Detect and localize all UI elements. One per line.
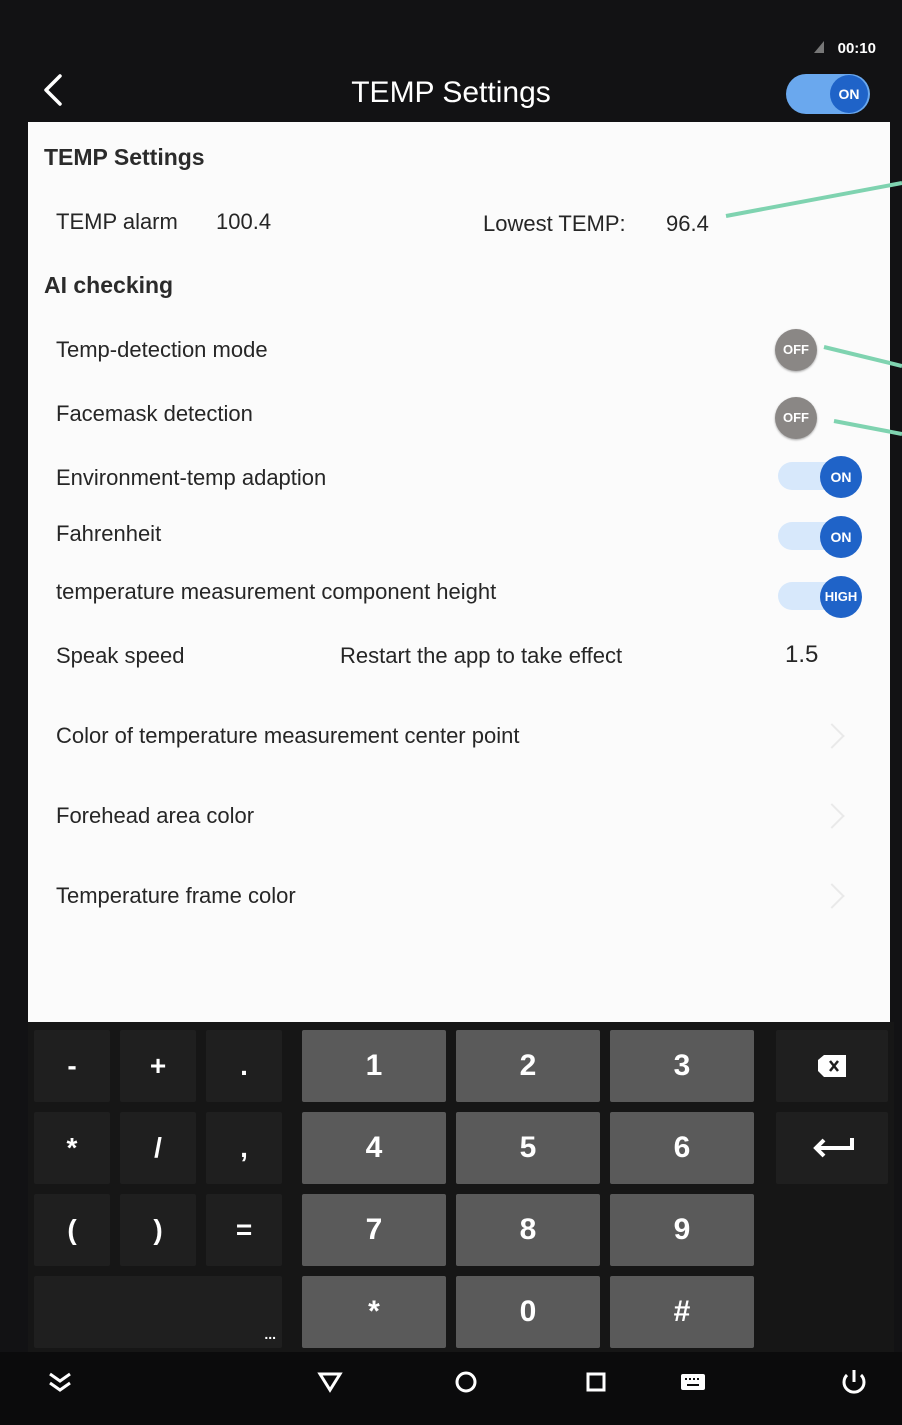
temp-alarm-label: TEMP alarm (56, 209, 178, 234)
key-1[interactable]: 1 (302, 1030, 446, 1102)
numeric-keyboard: - + . * / , ( ) = ... 1 2 3 4 5 6 7 8 9 … (28, 1022, 894, 1352)
key-period[interactable]: . (206, 1030, 282, 1102)
key-star[interactable]: * (302, 1276, 446, 1348)
backspace-icon (818, 1055, 846, 1077)
facemask-detection-label: Facemask detection (56, 401, 253, 426)
key-minus[interactable]: - (34, 1030, 110, 1102)
speak-speed-value[interactable]: 1.5 (785, 641, 818, 669)
recents-icon[interactable] (578, 1364, 614, 1400)
key-0[interactable]: 0 (456, 1276, 600, 1348)
fahrenheit-label: Fahrenheit (56, 521, 162, 546)
key-close-paren[interactable]: ) (120, 1194, 196, 1266)
environment-temp-adaption-toggle[interactable]: ON (778, 456, 862, 498)
no-sim-icon (814, 41, 824, 53)
component-height-label: temperature measurement component height (56, 579, 497, 604)
collapse-icon[interactable] (42, 1364, 78, 1400)
lowest-temp-label: Lowest TEMP: (483, 211, 626, 236)
master-temp-toggle[interactable]: ON (786, 74, 870, 114)
chevron-right-icon (819, 723, 845, 749)
key-plus[interactable]: + (120, 1030, 196, 1102)
temp-detection-mode-label: Temp-detection mode (56, 337, 268, 362)
app-header: TEMP Settings ON (0, 62, 902, 122)
toggle-knob: ON (820, 516, 862, 558)
system-nav-bar (0, 1352, 902, 1425)
key-slash[interactable]: / (120, 1112, 196, 1184)
toggle-knob: ON (820, 456, 862, 498)
chevron-right-icon (819, 883, 845, 909)
key-2[interactable]: 2 (456, 1030, 600, 1102)
status-time: 00:10 (837, 40, 876, 57)
speak-speed-label: Speak speed (56, 643, 185, 668)
backspace-key[interactable] (776, 1030, 888, 1102)
component-height-toggle[interactable]: HIGH (778, 576, 862, 618)
device-screen: 00:10 TEMP Settings ON TEMP Settings TEM… (0, 0, 902, 1425)
keyboard-icon[interactable] (675, 1364, 711, 1400)
key-symbols-more[interactable]: ... (34, 1276, 282, 1348)
environment-temp-adaption-label: Environment-temp adaption (56, 465, 327, 490)
key-5[interactable]: 5 (456, 1112, 600, 1184)
key-comma[interactable]: , (206, 1112, 282, 1184)
forehead-area-color-row[interactable]: Forehead area color (56, 803, 254, 829)
toggle-knob: ON (830, 75, 868, 113)
section-temp-settings: TEMP Settings (44, 144, 205, 170)
status-bar: 00:10 (0, 30, 902, 66)
power-icon[interactable] (836, 1364, 872, 1400)
back-triangle-icon[interactable] (312, 1364, 348, 1400)
facemask-detection-toggle[interactable]: OFF (775, 397, 817, 439)
key-equals[interactable]: = (206, 1194, 282, 1266)
center-point-color-row[interactable]: Color of temperature measurement center … (56, 723, 519, 749)
temp-alarm-value[interactable]: 100.4 (216, 209, 271, 235)
temp-detection-mode-toggle[interactable]: OFF (775, 329, 817, 371)
key-hash[interactable]: # (610, 1276, 754, 1348)
toggle-knob: HIGH (820, 576, 862, 618)
settings-panel: TEMP Settings TEMP alarm 100.4 Lowest TE… (28, 122, 890, 1022)
enter-icon (813, 1138, 854, 1158)
lowest-temp-value[interactable]: 96.4 (666, 211, 709, 237)
key-open-paren[interactable]: ( (34, 1194, 110, 1266)
chevron-right-icon (819, 803, 845, 829)
fahrenheit-toggle[interactable]: ON (778, 516, 862, 558)
enter-key[interactable] (776, 1112, 888, 1184)
key-asterisk[interactable]: * (34, 1112, 110, 1184)
speak-speed-note: Restart the app to take effect (340, 643, 623, 668)
key-3[interactable]: 3 (610, 1030, 754, 1102)
key-6[interactable]: 6 (610, 1112, 754, 1184)
key-7[interactable]: 7 (302, 1194, 446, 1266)
key-9[interactable]: 9 (610, 1194, 754, 1266)
section-ai-checking: AI checking (44, 272, 174, 298)
home-icon[interactable] (448, 1364, 484, 1400)
key-8[interactable]: 8 (456, 1194, 600, 1266)
temperature-frame-color-row[interactable]: Temperature frame color (56, 883, 296, 909)
page-title: TEMP Settings (351, 76, 551, 109)
key-4[interactable]: 4 (302, 1112, 446, 1184)
